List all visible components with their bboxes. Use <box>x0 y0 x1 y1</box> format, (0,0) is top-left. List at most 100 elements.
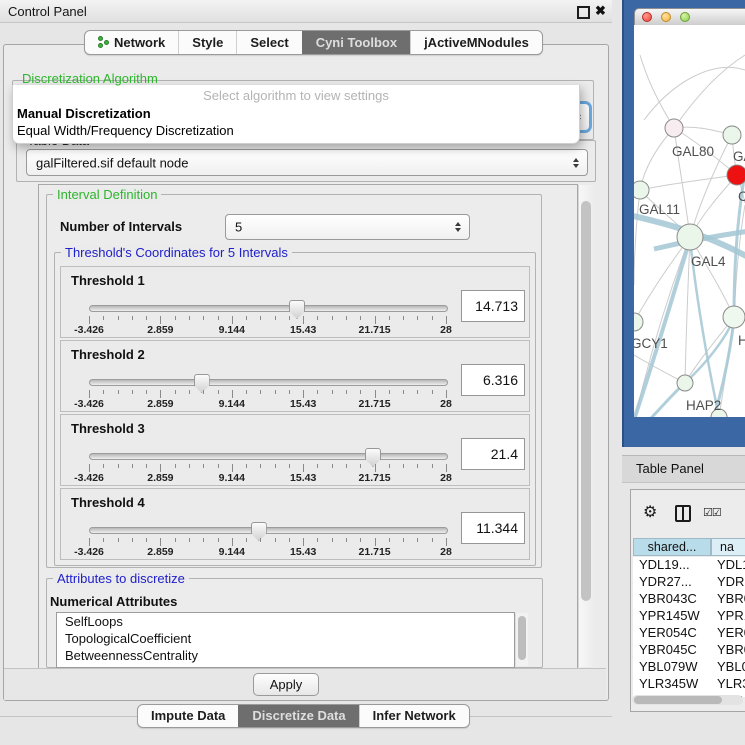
threshold-value-box[interactable]: 11.344 <box>461 512 525 544</box>
attribute-item-selfloops[interactable]: SelfLoops <box>57 613 514 630</box>
threshold-slider[interactable] <box>89 527 448 534</box>
network-node[interactable] <box>727 165 745 185</box>
network-node[interactable] <box>677 375 693 391</box>
attribute-item-betweennesscentrality[interactable]: BetweennessCentrality <box>57 647 514 664</box>
cell-shared-name: YER054C <box>639 625 697 640</box>
slider-tick-labels: -3.4262.8599.14415.4321.71528 <box>89 546 446 557</box>
node-label: GA <box>733 149 745 164</box>
node-label: C <box>738 189 745 204</box>
scrollbar-thumb[interactable] <box>581 201 591 601</box>
numerical-attributes-list[interactable]: SelfLoopsTopologicalCoefficientBetweenne… <box>56 612 515 668</box>
numerical-attributes-label: Numerical Attributes <box>50 594 177 609</box>
node-label: GAL11 <box>639 202 680 217</box>
num-intervals-label: Number of Intervals <box>60 219 182 234</box>
network-node[interactable] <box>665 119 683 137</box>
tab-network[interactable]: Network <box>85 31 178 54</box>
dropdown-option-equal-width[interactable]: Equal Width/Frequency Discretization <box>17 123 234 138</box>
zoom-traffic-light[interactable] <box>680 12 690 22</box>
threshold-value-box[interactable]: 6.316 <box>461 364 525 396</box>
table-row[interactable]: YER054C YER0 <box>633 625 745 642</box>
network-node[interactable] <box>677 224 703 250</box>
tab-cyni-toolbox[interactable]: Cyni Toolbox <box>302 31 410 54</box>
column-header-name[interactable]: na <box>711 538 745 556</box>
tab-infer-network[interactable]: Infer Network <box>359 705 469 727</box>
slider-tick-labels: -3.4262.8599.14415.4321.71528 <box>89 324 446 335</box>
tab-label: Network <box>114 35 165 50</box>
close-traffic-light[interactable] <box>642 12 652 22</box>
cell-shared-name: YDL19... <box>639 557 690 572</box>
tab-label: Discretize Data <box>252 708 345 723</box>
apply-button[interactable]: Apply <box>253 673 319 696</box>
threshold-panel-4: Threshold 4 -3.4262.8599.14415.4321.71528… <box>60 488 530 560</box>
attribute-item-topologicalcoefficient[interactable]: TopologicalCoefficient <box>57 630 514 647</box>
network-icon <box>98 36 109 49</box>
algorithm-group-title: Discretization Algorithm <box>22 71 158 86</box>
gear-icon[interactable]: ⚙ <box>643 502 657 522</box>
node-label: HAP2 <box>686 398 721 413</box>
node-label: GAL4 <box>691 254 726 269</box>
cell-shared-name: YPR145W <box>639 608 700 623</box>
threshold-value-box[interactable]: 14.713 <box>461 290 525 322</box>
table-row[interactable]: YLR345WYLR3 <box>633 676 745 693</box>
columns-icon[interactable] <box>675 505 691 522</box>
slider-ticks <box>89 316 446 324</box>
scrollbar-thumb[interactable] <box>634 696 722 704</box>
network-node[interactable] <box>634 313 643 331</box>
cell-name: YDR2 <box>717 574 745 589</box>
threshold-panel-3: Threshold 3-3.4262.8599.14415.4321.71528… <box>60 414 530 486</box>
threshold-label: Threshold 4 <box>71 495 145 510</box>
cell-name: YLR3 <box>717 676 745 691</box>
tab-impute-data[interactable]: Impute Data <box>138 705 238 727</box>
scrollbar-thumb[interactable] <box>518 616 526 660</box>
slider-ticks <box>89 390 446 398</box>
dropdown-option-manual[interactable]: Manual Discretization <box>17 106 151 121</box>
num-intervals-value: 5 <box>235 220 242 235</box>
combo-arrows-icon <box>455 222 461 232</box>
tab-jactivemnodules[interactable]: jActiveMNodules <box>410 31 542 54</box>
threshold-slider[interactable] <box>89 305 448 312</box>
network-canvas[interactable]: GAL80GAGAL11CGAL4GCY1HHAP2 <box>634 25 745 417</box>
tab-discretize-data[interactable]: Discretize Data <box>238 705 358 727</box>
table-data-combo[interactable]: galFiltered.sif default node <box>26 149 588 176</box>
cell-name: YER0 <box>717 625 745 640</box>
cell-shared-name: YBL079W <box>639 659 698 674</box>
table-panel-titlebar: Table Panel <box>622 455 745 483</box>
table-horizontal-scrollbar[interactable] <box>632 695 743 705</box>
close-icon[interactable]: ✖ <box>595 3 606 18</box>
threshold-slider[interactable] <box>89 453 448 460</box>
minimize-traffic-light[interactable] <box>661 12 671 22</box>
tab-style[interactable]: Style <box>178 31 236 54</box>
table-row[interactable]: YBR045CYBR0 <box>633 642 745 659</box>
algorithm-dropdown-popup: Select algorithm to view settings Manual… <box>12 85 580 144</box>
cell-shared-name: YBR045C <box>639 642 697 657</box>
column-header-shared-name[interactable]: shared... <box>633 538 711 556</box>
checkboxes-icon[interactable]: ☑☑ <box>703 506 721 519</box>
threshold-value-box[interactable]: 21.4 <box>461 438 525 470</box>
settings-scrollbar[interactable] <box>578 185 594 667</box>
node-table-rows: YDL19...YDL1YDR27...YDR2YBR043CYBR0YPR14… <box>633 557 745 697</box>
network-node[interactable] <box>634 181 649 199</box>
tab-label: jActiveMNodules <box>424 35 529 50</box>
attributes-list-scrollbar[interactable] <box>515 613 528 666</box>
threshold-panel-1: Threshold 1-3.4262.8599.14415.4321.71528… <box>60 266 530 338</box>
float-icon[interactable] <box>577 6 590 19</box>
tab-label: Style <box>192 35 223 50</box>
slider-ticks <box>89 538 446 546</box>
network-node[interactable] <box>723 126 741 144</box>
table-row[interactable]: YPR145WYPR1 <box>633 608 745 625</box>
threshold-slider[interactable] <box>89 379 448 386</box>
network-node[interactable] <box>723 306 745 328</box>
node-label: GCY1 <box>634 336 668 351</box>
table-row[interactable]: YDR27...YDR2 <box>633 574 745 591</box>
table-row[interactable]: YBL079WYBL0 <box>633 659 745 676</box>
table-row[interactable]: YBR043CYBR0 <box>633 591 745 608</box>
threshold-label: Threshold 3 <box>71 421 145 436</box>
num-intervals-combo[interactable]: 5 <box>225 214 470 240</box>
tab-select[interactable]: Select <box>236 31 301 54</box>
slider-ticks <box>89 464 446 472</box>
cyni-mode-tabs: Impute Data Discretize Data Infer Network <box>137 704 470 728</box>
tab-label: Cyni Toolbox <box>316 35 397 50</box>
interval-definition-title: Interval Definition <box>53 187 161 202</box>
control-panel-tabs: Network Style Select Cyni Toolbox jActiveMNo… <box>84 30 543 55</box>
table-row[interactable]: YDL19...YDL1 <box>633 557 745 574</box>
